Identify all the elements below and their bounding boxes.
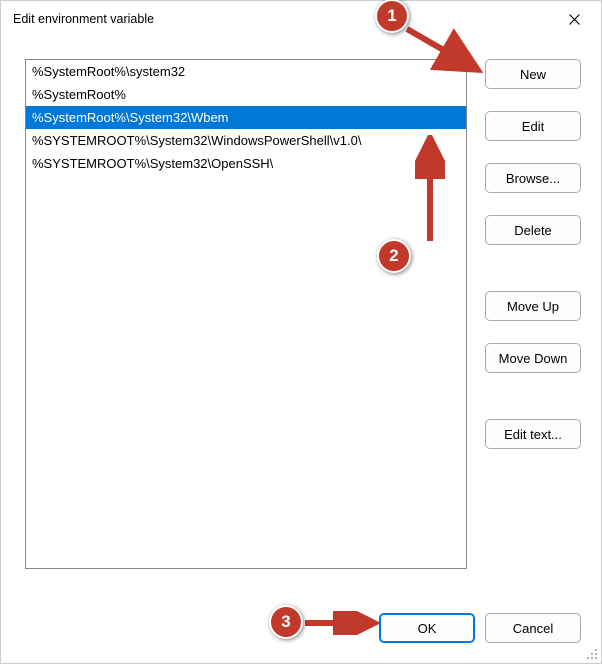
edit-button[interactable]: Edit [485, 111, 581, 141]
resize-grip-icon[interactable] [584, 646, 598, 660]
dialog-content: %SystemRoot%\system32 %SystemRoot% %Syst… [1, 37, 601, 589]
list-item[interactable]: %SystemRoot%\System32\Wbem [26, 106, 466, 129]
list-item[interactable]: %SystemRoot% [26, 83, 466, 106]
delete-button[interactable]: Delete [485, 215, 581, 245]
annotation-badge-3: 3 [269, 605, 303, 639]
titlebar: Edit environment variable [1, 1, 601, 37]
side-button-column: New Edit Browse... Delete Move Up Move D… [485, 59, 581, 569]
cancel-button[interactable]: Cancel [485, 613, 581, 643]
close-icon [569, 14, 580, 25]
list-item[interactable]: %SYSTEMROOT%\System32\OpenSSH\ [26, 152, 466, 175]
list-item[interactable]: %SystemRoot%\system32 [26, 60, 466, 83]
annotation-arrow-2 [415, 135, 445, 245]
dialog-footer: OK Cancel [379, 613, 581, 643]
list-item[interactable]: %SYSTEMROOT%\System32\WindowsPowerShell\… [26, 129, 466, 152]
annotation-arrow-1 [403, 25, 483, 75]
annotation-badge-2: 2 [377, 239, 411, 273]
annotation-badge-1: 1 [375, 0, 409, 33]
edit-text-button[interactable]: Edit text... [485, 419, 581, 449]
close-button[interactable] [553, 4, 595, 34]
annotation-arrow-3 [303, 611, 379, 635]
browse-button[interactable]: Browse... [485, 163, 581, 193]
move-up-button[interactable]: Move Up [485, 291, 581, 321]
ok-button[interactable]: OK [379, 613, 475, 643]
path-listbox[interactable]: %SystemRoot%\system32 %SystemRoot% %Syst… [25, 59, 467, 569]
new-button[interactable]: New [485, 59, 581, 89]
edit-env-var-dialog: Edit environment variable %SystemRoot%\s… [0, 0, 602, 664]
dialog-title: Edit environment variable [13, 12, 154, 26]
move-down-button[interactable]: Move Down [485, 343, 581, 373]
